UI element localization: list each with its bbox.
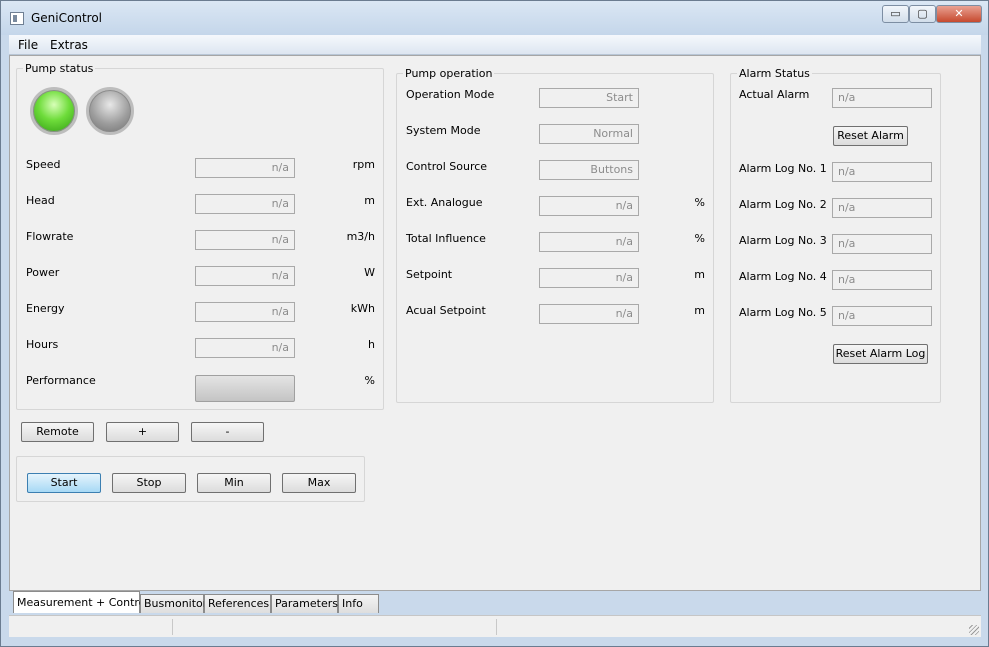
total-influence-label: Total Influence xyxy=(406,232,486,245)
window-controls: ▭ ▢ ✕ xyxy=(882,5,982,23)
operation-mode-field: Start xyxy=(539,88,639,108)
alarm-log-1-label: Alarm Log No. 1 xyxy=(739,162,827,175)
total-influence-unit: % xyxy=(694,232,705,245)
menu-bar: File Extras xyxy=(9,35,981,55)
menu-extras[interactable]: Extras xyxy=(50,38,88,52)
status-led-green xyxy=(30,87,78,135)
setpoint-field: n/a xyxy=(539,268,639,288)
min-button[interactable]: Min xyxy=(197,473,271,493)
ext-analogue-unit: % xyxy=(694,196,705,209)
status-separator xyxy=(172,619,173,635)
pump-status-group: Pump status Speed n/a rpm Head n/a m Flo… xyxy=(16,62,384,410)
power-label: Power xyxy=(26,266,60,279)
resize-grip[interactable] xyxy=(969,625,979,635)
alarm-status-title: Alarm Status xyxy=(737,67,812,80)
system-mode-field: Normal xyxy=(539,124,639,144)
head-unit: m xyxy=(364,194,375,207)
title-bar[interactable]: GeniControl ▭ ▢ ✕ xyxy=(1,1,988,35)
power-field: n/a xyxy=(195,266,295,286)
maximize-button[interactable]: ▢ xyxy=(909,5,936,23)
performance-bar xyxy=(195,375,295,402)
pump-operation-group: Pump operation Operation Mode Start Syst… xyxy=(396,67,714,403)
total-influence-field: n/a xyxy=(539,232,639,252)
close-button[interactable]: ✕ xyxy=(936,5,982,23)
head-label: Head xyxy=(26,194,55,207)
minus-button[interactable]: - xyxy=(191,422,264,442)
max-button[interactable]: Max xyxy=(282,473,356,493)
minimize-button[interactable]: ▭ xyxy=(882,5,909,23)
menu-file[interactable]: File xyxy=(18,38,38,52)
plus-button[interactable]: + xyxy=(106,422,179,442)
app-window: GeniControl ▭ ▢ ✕ File Extras Pump statu… xyxy=(0,0,989,647)
actual-setpoint-unit: m xyxy=(694,304,705,317)
window-title: GeniControl xyxy=(31,11,102,25)
tab-parameters[interactable]: Parameters xyxy=(271,594,338,613)
alarm-log-4-label: Alarm Log No. 4 xyxy=(739,270,827,283)
alarm-log-3-field: n/a xyxy=(832,234,932,254)
status-separator xyxy=(496,619,497,635)
start-button[interactable]: Start xyxy=(27,473,101,493)
reset-alarm-log-button[interactable]: Reset Alarm Log xyxy=(833,344,928,364)
flowrate-field: n/a xyxy=(195,230,295,250)
energy-label: Energy xyxy=(26,302,65,315)
control-source-field: Buttons xyxy=(539,160,639,180)
mode-buttons-group: Start Stop Min Max xyxy=(16,456,365,502)
status-led-grey xyxy=(86,87,134,135)
alarm-log-2-field: n/a xyxy=(832,198,932,218)
hours-unit: h xyxy=(368,338,375,351)
tab-info[interactable]: Info xyxy=(338,594,379,613)
alarm-log-5-label: Alarm Log No. 5 xyxy=(739,306,827,319)
pump-status-title: Pump status xyxy=(23,62,96,75)
reset-alarm-button[interactable]: Reset Alarm xyxy=(833,126,908,146)
tab-busmonitor[interactable]: Busmonitor xyxy=(140,594,207,613)
ext-analogue-field: n/a xyxy=(539,196,639,216)
setpoint-unit: m xyxy=(694,268,705,281)
system-mode-label: System Mode xyxy=(406,124,481,137)
speed-unit: rpm xyxy=(352,158,375,171)
flowrate-unit: m3/h xyxy=(346,230,375,243)
stop-button[interactable]: Stop xyxy=(112,473,186,493)
operation-mode-label: Operation Mode xyxy=(406,88,495,101)
energy-field: n/a xyxy=(195,302,295,322)
control-source-label: Control Source xyxy=(406,160,488,173)
pump-operation-title: Pump operation xyxy=(403,67,495,80)
hours-label: Hours xyxy=(26,338,59,351)
power-unit: W xyxy=(364,266,375,279)
actual-setpoint-field: n/a xyxy=(539,304,639,324)
app-icon xyxy=(10,12,24,25)
alarm-log-1-field: n/a xyxy=(832,162,932,182)
head-field: n/a xyxy=(195,194,295,214)
alarm-log-5-field: n/a xyxy=(832,306,932,326)
hours-field: n/a xyxy=(195,338,295,358)
performance-label: Performance xyxy=(26,374,96,387)
main-panel: Pump status Speed n/a rpm Head n/a m Flo… xyxy=(9,55,981,591)
status-bar xyxy=(9,615,981,637)
alarm-status-group: Alarm Status Actual Alarm n/a Reset Alar… xyxy=(730,67,941,403)
alarm-log-2-label: Alarm Log No. 2 xyxy=(739,198,827,211)
actual-setpoint-label: Acual Setpoint xyxy=(406,304,486,317)
tab-references[interactable]: References xyxy=(204,594,271,613)
actual-alarm-field: n/a xyxy=(832,88,932,108)
alarm-log-3-label: Alarm Log No. 3 xyxy=(739,234,827,247)
flowrate-label: Flowrate xyxy=(26,230,74,243)
tab-measurement-control[interactable]: Measurement + Control xyxy=(13,591,149,613)
actual-alarm-label: Actual Alarm xyxy=(739,88,810,101)
performance-unit: % xyxy=(364,374,375,387)
energy-unit: kWh xyxy=(350,302,375,315)
speed-field: n/a xyxy=(195,158,295,178)
speed-label: Speed xyxy=(26,158,61,171)
remote-button[interactable]: Remote xyxy=(21,422,94,442)
ext-analogue-label: Ext. Analogue xyxy=(406,196,483,209)
setpoint-label: Setpoint xyxy=(406,268,453,281)
alarm-log-4-field: n/a xyxy=(832,270,932,290)
tab-strip: Measurement + Control Busmonitor Referen… xyxy=(9,591,981,613)
